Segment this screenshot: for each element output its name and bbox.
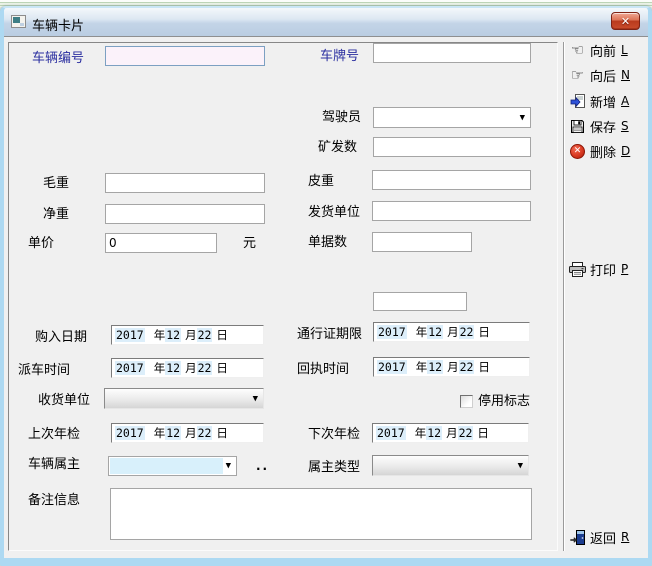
next-inspection-label: 下次年检 (308, 427, 360, 442)
doc-count-label: 单据数 (308, 235, 347, 250)
chevron-down-icon: ▼ (518, 462, 523, 469)
new-button[interactable]: 新增 A (568, 91, 650, 111)
chevron-down-icon: ▼ (253, 395, 258, 402)
save-button[interactable]: 保存 S (568, 116, 650, 136)
plate-no-label: 车牌号 (320, 49, 359, 64)
delete-button[interactable]: ✕ 删除 D (568, 141, 650, 161)
client-area: 车辆编号 车牌号 驾驶员 ▼ 矿发数 毛重 皮重 净重 发货单位 单价 元 (4, 37, 648, 558)
mine-issue-input[interactable] (373, 137, 531, 157)
owner-type-label: 属主类型 (308, 460, 360, 475)
window-icon (11, 15, 26, 28)
receipt-time-label: 回执时间 (297, 362, 349, 377)
forward-button[interactable]: ☜ 向前 L (568, 40, 650, 60)
misc-input[interactable] (373, 292, 467, 311)
vehicle-owner-combo-fill (110, 458, 223, 474)
return-button[interactable]: 返回 R (568, 527, 650, 547)
close-icon: ✕ (621, 16, 630, 27)
tare-weight-input[interactable] (372, 170, 531, 190)
gross-weight-label: 毛重 (43, 176, 69, 191)
tare-weight-label: 皮重 (308, 174, 334, 189)
vehicle-card-window: 车辆卡片 ✕ 车辆编号 车牌号 驾驶员 ▼ 矿发数 毛重 皮重 (0, 6, 652, 566)
last-inspection-field[interactable]: 2017年12月22日 (111, 423, 264, 443)
chevron-down-icon: ▼ (226, 463, 231, 470)
dispatch-time-field[interactable]: 2017年12月22日 (111, 358, 264, 378)
backward-button[interactable]: ☞ 向后 N (568, 65, 650, 85)
gross-weight-input[interactable] (105, 173, 265, 193)
print-button[interactable]: 打印 P (568, 259, 650, 279)
owner-browse-button[interactable]: .. (256, 459, 269, 473)
sidebar-divider (563, 42, 565, 551)
hand-left-icon: ☜ (568, 43, 587, 58)
shipper-input[interactable] (372, 201, 531, 221)
purchase-date-field[interactable]: 2017年12月22日 (111, 325, 264, 345)
purchase-date-label: 购入日期 (35, 330, 87, 345)
remarks-textarea[interactable] (110, 488, 532, 540)
shipper-label: 发货单位 (308, 205, 360, 220)
delete-icon: ✕ (568, 144, 587, 159)
vehicle-owner-combo[interactable]: ▼ (108, 456, 237, 476)
hand-right-icon: ☞ (568, 68, 587, 83)
disable-flag-label[interactable]: 停用标志 (478, 394, 530, 409)
receiver-label: 收货单位 (38, 393, 90, 408)
dispatch-time-label: 派车时间 (18, 363, 70, 378)
vehicle-id-label: 车辆编号 (32, 51, 84, 66)
titlebar[interactable]: 车辆卡片 ✕ (4, 8, 648, 37)
receiver-combo[interactable]: ▼ (104, 388, 264, 409)
remarks-label: 备注信息 (28, 493, 80, 508)
doc-count-input[interactable] (372, 232, 472, 252)
exit-icon (568, 529, 587, 546)
net-weight-input[interactable] (105, 204, 265, 224)
vehicle-id-input[interactable] (105, 46, 265, 66)
driver-label: 驾驶员 (322, 110, 361, 125)
owner-type-combo[interactable]: ▼ (372, 455, 529, 476)
pass-validity-field[interactable]: 2017年12月22日 (373, 322, 530, 342)
unit-price-input[interactable] (105, 233, 217, 253)
receipt-time-field[interactable]: 2017年12月22日 (373, 357, 530, 377)
window-title: 车辆卡片 (32, 15, 84, 34)
unit-price-label: 单价 (28, 236, 54, 251)
mine-issue-label: 矿发数 (318, 140, 357, 155)
net-weight-label: 净重 (43, 207, 69, 222)
new-record-icon (568, 93, 587, 109)
chevron-down-icon: ▼ (520, 114, 525, 121)
save-icon (568, 119, 587, 134)
last-inspection-label: 上次年检 (28, 427, 80, 442)
screen: 车辆卡片 ✕ 车辆编号 车牌号 驾驶员 ▼ 矿发数 毛重 皮重 (0, 0, 652, 566)
disable-flag-checkbox[interactable] (460, 395, 473, 408)
driver-combo[interactable]: ▼ (373, 107, 531, 128)
yuan-suffix-label: 元 (243, 236, 256, 251)
plate-no-input[interactable] (373, 43, 531, 63)
close-button[interactable]: ✕ (611, 12, 640, 30)
vehicle-owner-label: 车辆属主 (28, 457, 80, 472)
print-icon (568, 262, 587, 277)
pass-validity-label: 通行证期限 (297, 327, 362, 342)
next-inspection-field[interactable]: 2017年12月22日 (372, 423, 529, 443)
